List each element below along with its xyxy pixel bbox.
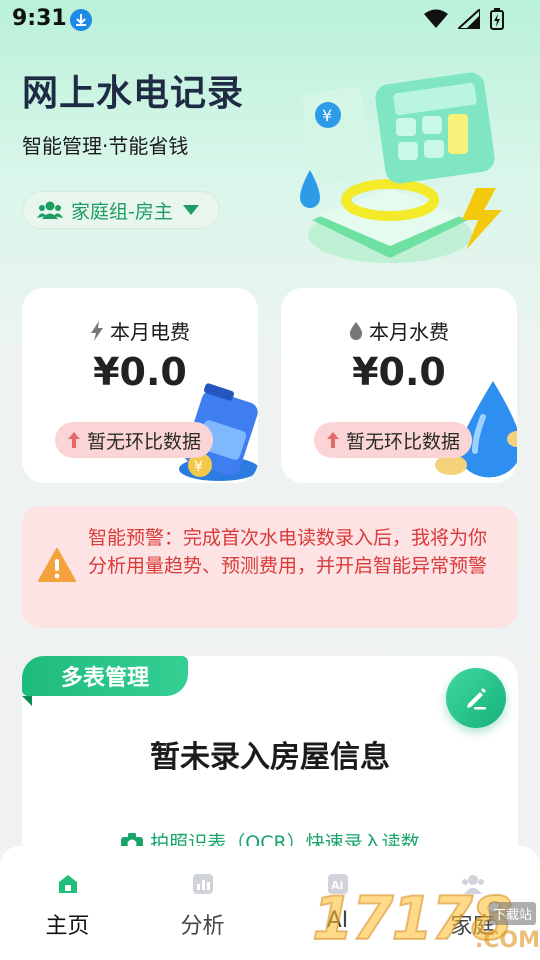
watermark-domain: .COM <box>474 928 540 953</box>
water-compare-badge: 暂无环比数据 <box>314 422 473 458</box>
pencil-icon <box>467 688 486 710</box>
svg-text:¥: ¥ <box>194 459 203 475</box>
electricity-label-row: 本月电费 <box>22 316 258 345</box>
water-fee-label: 本月水费 <box>369 320 449 344</box>
water-label-row: 本月水费 <box>281 316 517 345</box>
lightning-icon <box>91 320 103 341</box>
water-badge-text: 暂无环比数据 <box>346 430 461 453</box>
edit-button[interactable] <box>446 668 506 728</box>
electricity-fee-card[interactable]: 本月电费 ¥0.0 ¥ 暂无环比数据 <box>22 288 258 483</box>
nav-label-analysis: 分析 <box>180 914 225 939</box>
wifi-icon <box>424 9 448 28</box>
status-bar: 9:31 <box>0 0 540 40</box>
smart-warning-banner: 智能预警：完成首次水电读数录入后，我将为你分析用量趋势、预测费用，并开启智能异常… <box>22 506 518 628</box>
electricity-badge-text: 暂无环比数据 <box>87 430 202 453</box>
app-subtitle: 智能管理·节能省钱 <box>22 134 189 158</box>
download-notification-icon <box>70 9 92 31</box>
warning-icon <box>38 548 76 582</box>
arrow-up-icon <box>327 432 339 448</box>
empty-house-title: 暂未录入房屋信息 <box>150 740 390 775</box>
signal-icon <box>458 9 480 29</box>
nav-item-analysis[interactable]: 分析 <box>135 846 270 960</box>
water-fee-card[interactable]: 本月水费 ¥0.0 暂无环比数据 <box>281 288 517 483</box>
status-icons <box>424 8 504 30</box>
electricity-fee-label: 本月电费 <box>110 320 190 344</box>
meter-management-tag: 多表管理 <box>22 656 188 696</box>
electricity-compare-badge: 暂无环比数据 <box>55 422 214 458</box>
caret-down-icon <box>182 205 199 215</box>
app-title: 网上水电记录 <box>22 72 245 114</box>
watermark-site: 下载站 <box>488 902 536 925</box>
users-icon <box>37 201 63 219</box>
family-group-label: 家庭组-房主 <box>71 200 173 223</box>
home-icon <box>58 875 77 893</box>
nav-item-home[interactable]: 主页 <box>0 846 135 960</box>
calculator-illustration: ¥ <box>300 72 502 263</box>
water-drop-icon <box>349 321 363 340</box>
arrow-up-icon <box>68 432 80 448</box>
site-watermark: 17178 下载站 .COM <box>311 883 540 960</box>
family-group-selector[interactable]: 家庭组-房主 <box>22 191 220 229</box>
chart-icon <box>192 874 213 894</box>
svg-text:¥: ¥ <box>322 106 332 125</box>
status-time: 9:31 <box>12 6 67 31</box>
warning-text: 智能预警：完成首次水电读数录入后，我将为你分析用量趋势、预测费用，并开启智能异常… <box>88 527 488 577</box>
nav-label-home: 主页 <box>45 914 90 939</box>
tag-fold <box>22 696 32 706</box>
battery-icon <box>490 8 504 30</box>
